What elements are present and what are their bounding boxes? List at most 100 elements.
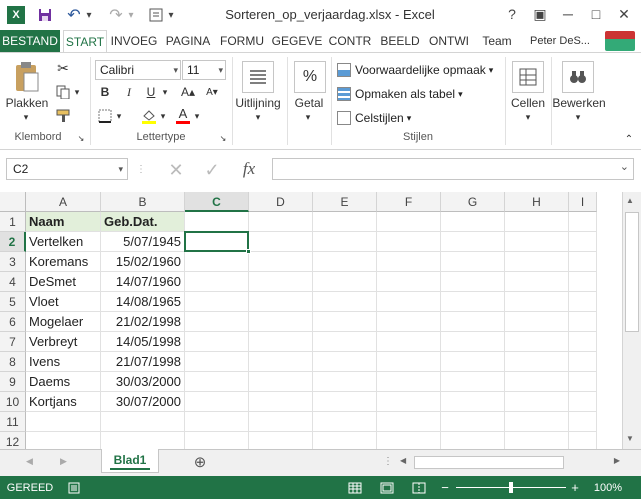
conditional-formatting-button[interactable]: Voorwaardelijke opmaak ▾ xyxy=(337,60,499,80)
qat-dropdown-icon[interactable]: ▾ xyxy=(166,5,176,25)
cell-f5[interactable] xyxy=(377,292,441,312)
cell-d11[interactable] xyxy=(249,412,313,432)
minimize-button[interactable]: ─ xyxy=(556,3,580,25)
cell-i4[interactable] xyxy=(569,272,597,292)
zoom-out-button[interactable]: − xyxy=(438,476,452,499)
cell-b2[interactable]: 5/07/1945 xyxy=(101,232,185,252)
horizontal-scroll-thumb[interactable] xyxy=(414,456,564,469)
cell-f7[interactable] xyxy=(377,332,441,352)
zoom-slider-thumb[interactable] xyxy=(509,482,513,493)
cell-b1[interactable]: Geb.Dat. xyxy=(101,212,185,232)
vertical-scroll-thumb[interactable] xyxy=(625,212,639,332)
cell-i5[interactable] xyxy=(569,292,597,312)
scroll-up-icon[interactable]: ▲ xyxy=(626,196,634,205)
cell-h7[interactable] xyxy=(505,332,569,352)
cell-f3[interactable] xyxy=(377,252,441,272)
font-size-select[interactable]: 11 ▾ xyxy=(182,60,226,80)
tab-developer[interactable]: ONTWI xyxy=(425,30,473,52)
cell-i8[interactable] xyxy=(569,352,597,372)
cell-e1[interactable] xyxy=(313,212,377,232)
cell-c9[interactable] xyxy=(185,372,249,392)
cell-i11[interactable] xyxy=(569,412,597,432)
row-header-2[interactable]: 2 xyxy=(0,232,26,252)
zoom-in-button[interactable]: + xyxy=(568,476,582,499)
cell-d2[interactable] xyxy=(249,232,313,252)
horizontal-scroll-area[interactable]: ◀ ▶ xyxy=(398,455,622,470)
font-name-select[interactable]: Calibri ▾ xyxy=(95,60,181,80)
cell-d7[interactable] xyxy=(249,332,313,352)
column-header-f[interactable]: F xyxy=(377,192,441,212)
row-header-11[interactable]: 11 xyxy=(0,412,26,432)
user-name[interactable]: Peter DeS... xyxy=(524,30,596,52)
cell-a9[interactable]: Daems xyxy=(26,372,101,392)
cell-h11[interactable] xyxy=(505,412,569,432)
font-launcher-icon[interactable]: ↘ xyxy=(218,133,228,143)
zoom-level[interactable]: 100% xyxy=(588,476,628,499)
cell-e5[interactable] xyxy=(313,292,377,312)
enter-formula-icon[interactable]: ✓ xyxy=(200,160,224,180)
cell-g3[interactable] xyxy=(441,252,505,272)
cell-d5[interactable] xyxy=(249,292,313,312)
borders-icon[interactable] xyxy=(96,107,114,125)
column-header-d[interactable]: D xyxy=(249,192,313,212)
font-color-icon[interactable]: A xyxy=(174,105,192,125)
cell-c10[interactable] xyxy=(185,392,249,412)
cell-e8[interactable] xyxy=(313,352,377,372)
cell-g9[interactable] xyxy=(441,372,505,392)
column-header-h[interactable]: H xyxy=(505,192,569,212)
cancel-formula-icon[interactable]: ✕ xyxy=(164,160,188,180)
italic-button[interactable]: I xyxy=(120,83,138,101)
column-header-c[interactable]: C xyxy=(185,192,249,212)
clipboard-launcher-icon[interactable]: ↘ xyxy=(76,133,86,143)
tab-team[interactable]: Team xyxy=(478,30,516,52)
cell-c1[interactable] xyxy=(185,212,249,232)
tab-review[interactable]: CONTR xyxy=(326,30,374,52)
column-header-b[interactable]: B xyxy=(101,192,185,212)
redo-dropdown-icon[interactable]: ▾ xyxy=(126,5,136,25)
select-all-corner[interactable] xyxy=(0,192,26,212)
cell-f10[interactable] xyxy=(377,392,441,412)
vertical-scrollbar[interactable]: ▲ ▼ xyxy=(622,192,641,449)
active-cell-selection[interactable] xyxy=(184,231,249,252)
number-button[interactable]: Getal xyxy=(288,95,330,111)
cell-g7[interactable] xyxy=(441,332,505,352)
row-header-7[interactable]: 7 xyxy=(0,332,26,352)
cell-c8[interactable] xyxy=(185,352,249,372)
row-header-9[interactable]: 9 xyxy=(0,372,26,392)
page-layout-view-icon[interactable] xyxy=(378,476,396,499)
add-sheet-button[interactable]: ⊕ xyxy=(190,453,210,471)
cell-e11[interactable] xyxy=(313,412,377,432)
cell-c7[interactable] xyxy=(185,332,249,352)
cell-g6[interactable] xyxy=(441,312,505,332)
cell-e2[interactable] xyxy=(313,232,377,252)
cell-b6[interactable]: 21/02/1998 xyxy=(101,312,185,332)
cell-f11[interactable] xyxy=(377,412,441,432)
column-header-a[interactable]: A xyxy=(26,192,101,212)
shrink-font-button[interactable]: A▾ xyxy=(202,83,222,101)
tab-formulas[interactable]: FORMU xyxy=(217,30,267,52)
insert-function-icon[interactable]: fx xyxy=(236,158,262,180)
cells-icon[interactable] xyxy=(512,61,544,93)
macro-record-icon[interactable] xyxy=(66,476,82,499)
cell-i2[interactable] xyxy=(569,232,597,252)
bold-button[interactable]: B xyxy=(96,83,114,101)
cell-a3[interactable]: Koremans xyxy=(26,252,101,272)
cell-c11[interactable] xyxy=(185,412,249,432)
cell-f4[interactable] xyxy=(377,272,441,292)
cell-e3[interactable] xyxy=(313,252,377,272)
formula-input[interactable]: ⌄ xyxy=(272,158,634,180)
undo-icon[interactable]: ↶ xyxy=(64,5,84,25)
tab-insert[interactable]: INVOEG xyxy=(109,30,159,52)
alignment-button[interactable]: Uitlijning xyxy=(232,95,284,111)
cell-e6[interactable] xyxy=(313,312,377,332)
maximize-button[interactable]: □ xyxy=(584,3,608,25)
cell-a11[interactable] xyxy=(26,412,101,432)
cell-i9[interactable] xyxy=(569,372,597,392)
paste-dropdown-icon[interactable]: ▾ xyxy=(18,111,34,123)
number-dropdown-icon[interactable]: ▾ xyxy=(300,111,316,123)
cell-f6[interactable] xyxy=(377,312,441,332)
cell-f9[interactable] xyxy=(377,372,441,392)
grow-font-button[interactable]: A▴ xyxy=(178,83,198,101)
cell-e9[interactable] xyxy=(313,372,377,392)
cell-a5[interactable]: Vloet xyxy=(26,292,101,312)
